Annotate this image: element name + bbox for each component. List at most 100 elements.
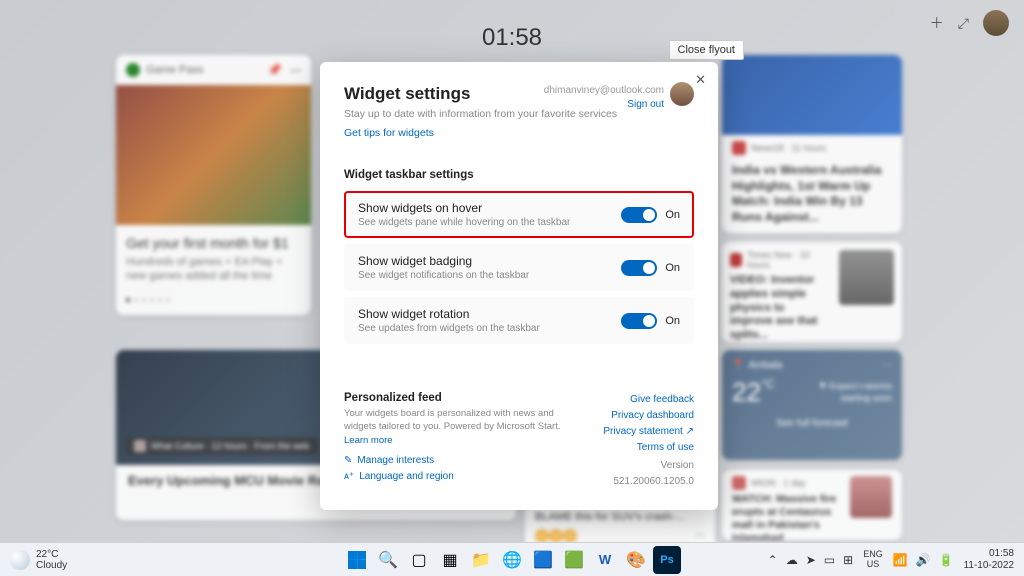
- close-flyout-tooltip: Close flyout: [669, 40, 744, 60]
- gamepass-pager[interactable]: [116, 294, 311, 310]
- gamepass-header: Game Pass 📌 ⋯: [116, 55, 311, 85]
- more-icon[interactable]: ⋯: [882, 360, 892, 371]
- add-widget-icon[interactable]: ＋: [930, 13, 944, 33]
- wion-icon: [732, 476, 746, 490]
- news2-thumbnail: [839, 250, 894, 305]
- news18-icon: [732, 141, 746, 155]
- mcu-source-badge: What Culture · 12 hours · From the web: [126, 437, 318, 455]
- gamepass-image: [116, 85, 311, 225]
- setting-show-on-hover: Show widgets on hover See widgets pane w…: [344, 191, 694, 238]
- wifi-icon[interactable]: 📶: [893, 553, 908, 567]
- toggle-state: On: [665, 262, 680, 274]
- news4-title: WATCH: Massive fire erupts at Centaurus …: [732, 493, 844, 540]
- widget-settings-dialog: ✕ dhimanviney@outlook.com Sign out Widge…: [320, 62, 718, 510]
- news2-title: VIDEO: Inventor applies simple physics t…: [730, 274, 823, 342]
- system-tray: ⌃ ☁ ➤ ▭ ⊞: [768, 553, 854, 567]
- setting-badging: Show widget badging See widget notificat…: [344, 244, 694, 291]
- widgets-clock: 01:58: [482, 24, 542, 52]
- setting-desc: See updates from widgets on the taskbar: [358, 323, 621, 334]
- close-icon[interactable]: ✕: [695, 72, 706, 88]
- manage-interests-link[interactable]: ✎Manage interests: [344, 453, 564, 469]
- reaction-icon[interactable]: [549, 529, 563, 543]
- hover-toggle[interactable]: [621, 207, 657, 223]
- user-email: dhimanviney@outlook.com: [544, 84, 664, 98]
- language-indicator[interactable]: ENGUS: [863, 550, 883, 570]
- user-avatar[interactable]: [983, 10, 1009, 36]
- news-card-4[interactable]: WION · 1 day WATCH: Massive fire erupts …: [722, 470, 902, 540]
- setting-title: Show widgets on hover: [358, 201, 621, 215]
- reaction-icon[interactable]: [535, 529, 549, 543]
- gamepass-source: Game Pass: [146, 64, 203, 76]
- gamepass-card[interactable]: Game Pass 📌 ⋯ Get your first month for $…: [116, 55, 311, 315]
- feed-title: Personalized feed: [344, 392, 564, 404]
- taskbar-settings-label: Widget taskbar settings: [344, 169, 694, 181]
- taskbar: 22°CCloudy 🔍 ▢ ▦ 📁 🌐 🟦 🟩 W 🎨 Ps ⌃ ☁ ➤ ▭ …: [0, 542, 1024, 576]
- language-region-link[interactable]: ᴀ⁺Language and region: [344, 469, 564, 485]
- setting-title: Show widget rotation: [358, 307, 621, 321]
- reaction-icon[interactable]: [563, 529, 577, 543]
- task-view-icon[interactable]: ▢: [405, 546, 433, 574]
- taskbar-center: 🔍 ▢ ▦ 📁 🌐 🟦 🟩 W 🎨 Ps: [343, 546, 681, 574]
- weather-forecast-link[interactable]: See full forecast: [732, 418, 892, 429]
- setting-desc: See widgets pane while hovering on the t…: [358, 217, 621, 228]
- news1-title: India vs Western Australia Highlights, 1…: [722, 161, 902, 231]
- more-icon[interactable]: ⋯: [695, 530, 705, 541]
- word-icon[interactable]: W: [591, 546, 619, 574]
- camtasia-icon[interactable]: 🟩: [560, 546, 588, 574]
- volume-icon[interactable]: 🔊: [916, 553, 931, 567]
- widgets-top-controls: ＋ ⤢: [930, 10, 1009, 36]
- timesnow-icon: [730, 253, 742, 267]
- version-number: 521.20060.1205.0: [603, 474, 694, 490]
- explorer-icon[interactable]: 📁: [467, 546, 495, 574]
- toggle-state: On: [665, 209, 680, 221]
- news4-thumbnail: [850, 476, 892, 518]
- badging-toggle[interactable]: [621, 260, 657, 276]
- sign-out-link[interactable]: Sign out: [544, 98, 664, 112]
- app-icon[interactable]: 🟦: [529, 546, 557, 574]
- news-card-2[interactable]: Times Now · 10 hours VIDEO: Inventor app…: [722, 242, 902, 342]
- toggle-state: On: [665, 315, 680, 327]
- setting-rotation: Show widget rotation See updates from wi…: [344, 297, 694, 344]
- expand-icon[interactable]: ⤢: [958, 15, 969, 32]
- privacy-statement-link[interactable]: Privacy statement ↗: [603, 424, 694, 440]
- setting-desc: See widget notifications on the taskbar: [358, 270, 621, 281]
- start-button[interactable]: [343, 546, 371, 574]
- setting-title: Show widget badging: [358, 254, 621, 268]
- give-feedback-link[interactable]: Give feedback: [603, 392, 694, 408]
- rotation-toggle[interactable]: [621, 313, 657, 329]
- tips-link[interactable]: Get tips for widgets: [344, 127, 434, 139]
- learn-more-link[interactable]: Learn more: [344, 435, 393, 446]
- onedrive-icon[interactable]: ☁: [786, 553, 798, 567]
- weather-temp: 22°C: [732, 377, 774, 408]
- battery-icon[interactable]: 🔋: [939, 553, 954, 567]
- location-icon[interactable]: ➤: [806, 553, 816, 567]
- widgets-icon[interactable]: ▦: [436, 546, 464, 574]
- taskbar-weather[interactable]: 22°CCloudy: [0, 549, 77, 571]
- taskbar-clock[interactable]: 01:5811-10-2022: [964, 548, 1014, 572]
- version-label: Version: [603, 458, 694, 474]
- weather-condition: ⛈ Expect t-stormsstarting soon: [820, 381, 892, 404]
- paint-icon[interactable]: 🎨: [622, 546, 650, 574]
- pin-icon[interactable]: 📌: [267, 63, 282, 77]
- xbox-icon: [126, 63, 140, 77]
- news1-header: News18 · 11 hours: [722, 135, 902, 161]
- dialog-user-avatar[interactable]: [670, 82, 694, 106]
- gamepass-desc: Hundreds of games + EA Play + new games …: [126, 255, 301, 284]
- pencil-icon: ✎: [344, 453, 352, 469]
- edge-icon[interactable]: 🌐: [498, 546, 526, 574]
- security-icon[interactable]: ⊞: [843, 553, 853, 567]
- gamepass-title: Get your first month for $1: [126, 235, 301, 251]
- privacy-dashboard-link[interactable]: Privacy dashboard: [603, 408, 694, 424]
- chevron-up-icon[interactable]: ⌃: [768, 553, 778, 567]
- search-icon[interactable]: 🔍: [374, 546, 402, 574]
- meet-now-icon[interactable]: ▭: [824, 553, 835, 567]
- feed-desc: Your widgets board is personalized with …: [344, 407, 564, 447]
- globe-icon: ᴀ⁺: [344, 469, 354, 485]
- photoshop-icon[interactable]: Ps: [653, 546, 681, 574]
- more-icon[interactable]: ⋯: [290, 64, 301, 77]
- news1-thumbnail: [722, 55, 902, 135]
- weather-card[interactable]: 📍Ambala⋯ 22°C ⛈ Expect t-stormsstarting …: [722, 350, 902, 460]
- news-card-1[interactable]: News18 · 11 hours India vs Western Austr…: [722, 55, 902, 233]
- weather-icon: [10, 550, 30, 570]
- terms-link[interactable]: Terms of use: [603, 440, 694, 456]
